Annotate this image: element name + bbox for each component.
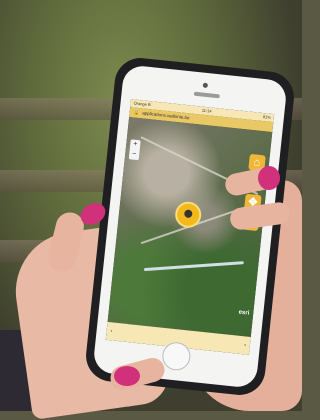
time-label: 11:14 — [201, 107, 212, 114]
fingernail — [114, 366, 140, 386]
earpiece-speaker — [193, 91, 220, 99]
smartphone: Orange B 11:14 81% 🔒 applications.wallon… — [83, 55, 297, 398]
back-button[interactable]: ‹ — [110, 322, 114, 340]
forward-button[interactable]: › — [243, 336, 247, 354]
location-marker[interactable] — [173, 200, 203, 230]
zoom-control[interactable]: + − — [128, 139, 141, 161]
front-camera — [202, 82, 209, 89]
location-dot — [183, 209, 193, 219]
battery-label: 81% — [262, 114, 272, 120]
esri-attribution: esri — [238, 309, 250, 317]
lock-icon: 🔒 — [133, 109, 140, 116]
zoom-out-button[interactable]: − — [129, 149, 140, 160]
fingernail — [258, 166, 280, 190]
map-river — [143, 261, 244, 272]
